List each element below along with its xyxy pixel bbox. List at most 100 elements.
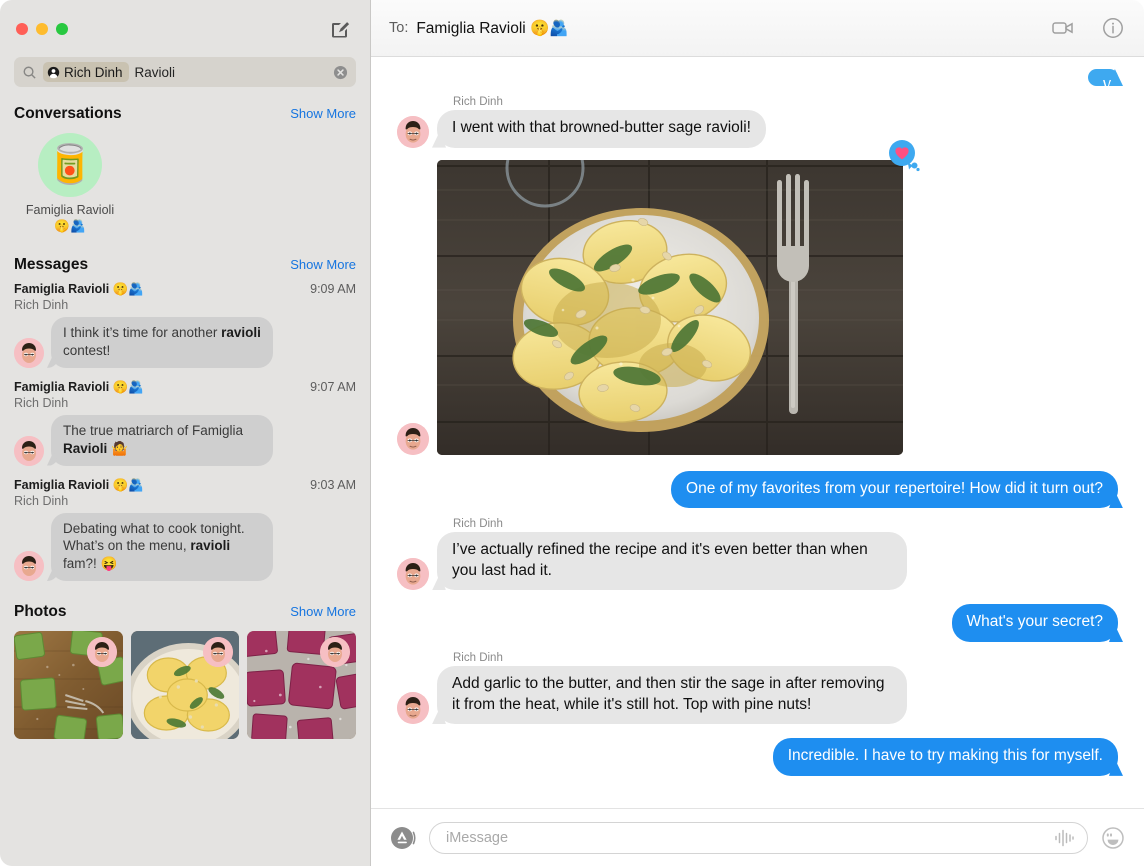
sidebar-titlebar: [0, 0, 370, 57]
result-sender: Rich Dinh: [14, 493, 69, 508]
avatar: [86, 636, 117, 667]
photos-title: Photos: [14, 602, 67, 620]
message-group-incoming: Rich Dinh I went with that browned-butte…: [397, 88, 1118, 148]
zoom-button[interactable]: [56, 22, 68, 35]
avatar: [320, 636, 351, 667]
message-composer: iMessage: [371, 808, 1144, 866]
messages-title: Messages: [14, 256, 89, 274]
result-bubble: I think it’s time for another ravioli co…: [51, 317, 273, 368]
result-text-after: fam?! 😝: [63, 556, 118, 572]
message-result-2[interactable]: Famiglia Ravioli 🤫🫂 9:03 AM Rich Dinh De…: [0, 474, 370, 583]
result-group-name: Famiglia Ravioli 🤫🫂: [14, 477, 144, 492]
video-camera-icon[interactable]: [1050, 15, 1076, 41]
conversation-pane: To: Famiglia Ravioli 🤫🫂 What did you end…: [371, 0, 1144, 866]
search-token-contact[interactable]: Rich Dinh: [43, 62, 129, 82]
avatar: [397, 692, 429, 725]
result-sender: Rich Dinh: [14, 395, 69, 410]
audio-waveform-icon[interactable]: [1053, 828, 1075, 848]
emoji-smiley-icon[interactable]: [1100, 825, 1126, 851]
result-text-before: I think it’s time for another: [63, 325, 222, 341]
message-bubble-incoming[interactable]: I went with that browned-butter sage rav…: [437, 110, 766, 148]
avatar: [397, 558, 429, 591]
message-row-incoming: I’ve actually refined the recipe and it'…: [397, 532, 1118, 591]
message-result-0[interactable]: Famiglia Ravioli 🤫🫂 9:09 AM Rich Dinh I …: [0, 278, 370, 370]
message-bubble-outgoing[interactable]: Incredible. I have to try making this fo…: [772, 738, 1118, 776]
person-circle-icon: [47, 66, 60, 79]
recipient-name[interactable]: Famiglia Ravioli 🤫🫂: [416, 19, 568, 38]
photo-thumbnail-0[interactable]: [14, 630, 123, 739]
message-bubble-outgoing[interactable]: One of my favorites from your repertoire…: [671, 470, 1118, 509]
tapback-heart-badge[interactable]: [885, 138, 921, 174]
close-button[interactable]: [16, 22, 28, 35]
message-bubble-incoming[interactable]: I’ve actually refined the recipe and it'…: [437, 532, 907, 591]
message-row-outgoing: What's your secret?: [397, 604, 1118, 643]
conversations-title: Conversations: [14, 105, 122, 122]
photos-section-header: Photos Show More: [0, 597, 370, 625]
result-text-match: ravioli: [190, 538, 231, 554]
message-row-outgoing: Incredible. I have to try making this fo…: [397, 738, 1118, 776]
message-bubble-incoming[interactable]: Add garlic to the butter, and then stir …: [437, 666, 907, 725]
sidebar-results: Conversations Show More 🥫 Famiglia Ravio…: [0, 99, 370, 866]
message-bubble-outgoing[interactable]: What's your secret?: [951, 604, 1118, 643]
sender-name: Rich Dinh: [453, 518, 503, 531]
result-time: 9:07 AM: [310, 379, 356, 394]
result-text-after: contest!: [63, 343, 111, 359]
result-text-before: The true matriarch of Famiglia: [63, 422, 244, 438]
message-group-incoming: Rich Dinh Add garlic to the butter, and …: [397, 644, 1118, 725]
result-text-match: ravioli: [221, 325, 261, 341]
compose-pencil-icon[interactable]: [328, 17, 352, 41]
message-thread: What did you end up making for dinner? R…: [371, 57, 1144, 808]
app-store-icon[interactable]: [389, 824, 417, 852]
result-sender: Rich Dinh: [14, 298, 69, 313]
avatar: [397, 422, 429, 455]
message-result-1[interactable]: Famiglia Ravioli 🤫🫂 9:07 AM Rich Dinh Th…: [0, 376, 370, 468]
clear-circle-icon[interactable]: [333, 65, 348, 80]
messages-section-header: Messages Show More: [0, 250, 370, 278]
minimize-button[interactable]: [36, 22, 48, 35]
result-group-name: Famiglia Ravioli 🤫🫂: [14, 282, 144, 297]
message-row-incoming: I went with that browned-butter sage rav…: [397, 110, 1118, 148]
result-text-after: 🤷: [107, 440, 128, 456]
search-icon: [22, 65, 37, 80]
conversations-list: 🥫 Famiglia Ravioli 🤫🫂: [0, 127, 370, 238]
search-query-text: Ravioli: [134, 64, 176, 80]
avatar: [14, 337, 44, 368]
result-bubble: Debating what to cook tonight. What’s on…: [51, 512, 273, 581]
message-group-incoming: Rich Dinh I’ve actually refined the reci…: [397, 510, 1118, 591]
message-row-outgoing: What did you end up making for dinner?: [397, 69, 1144, 239]
search-token-label: Rich Dinh: [64, 64, 123, 80]
search-input[interactable]: Rich Dinh Ravioli: [14, 57, 356, 87]
messages-show-more[interactable]: Show More: [290, 257, 356, 272]
message-bubble-outgoing[interactable]: What did you end up making for dinner?: [1088, 69, 1144, 239]
window-traffic-lights: [16, 22, 68, 35]
result-group-name: Famiglia Ravioli 🤫🫂: [14, 379, 144, 394]
conversation-header: To: Famiglia Ravioli 🤫🫂: [371, 0, 1144, 57]
tomato-can-emoji: 🥫: [46, 144, 94, 186]
to-label: To:: [389, 20, 409, 36]
conversation-item-famiglia-ravioli[interactable]: 🥫 Famiglia Ravioli 🤫🫂: [22, 133, 118, 234]
photo-thumbnail-2[interactable]: [247, 630, 357, 739]
message-row-image: [397, 139, 1118, 455]
messages-window: Rich Dinh Ravioli Conversations Show Mor…: [0, 0, 1144, 866]
message-row-outgoing: One of my favorites from your repertoire…: [397, 470, 1118, 509]
avatar: [14, 550, 44, 581]
message-image-attachment[interactable]: [437, 159, 903, 455]
conversation-avatar: 🥫: [38, 133, 102, 197]
result-bubble: The true matriarch of Famiglia Ravioli 🤷: [51, 414, 273, 466]
sidebar: Rich Dinh Ravioli Conversations Show Mor…: [0, 0, 371, 866]
photos-list: [0, 625, 370, 753]
photo-thumbnail-1[interactable]: [130, 630, 240, 739]
photos-show-more[interactable]: Show More: [290, 604, 356, 619]
sender-name: Rich Dinh: [453, 96, 503, 108]
avatar: [14, 435, 44, 466]
imessage-placeholder: iMessage: [446, 829, 509, 846]
conversation-name: Famiglia Ravioli 🤫🫂: [25, 203, 115, 233]
info-circle-icon[interactable]: [1100, 15, 1126, 41]
message-row-incoming: Add garlic to the butter, and then stir …: [397, 666, 1118, 725]
conversations-show-more[interactable]: Show More: [290, 106, 356, 121]
result-time: 9:03 AM: [310, 477, 356, 492]
result-time: 9:09 AM: [310, 282, 356, 297]
search-container: Rich Dinh Ravioli: [0, 57, 370, 99]
imessage-input[interactable]: iMessage: [429, 821, 1088, 854]
result-text-match: Ravioli: [63, 440, 108, 456]
